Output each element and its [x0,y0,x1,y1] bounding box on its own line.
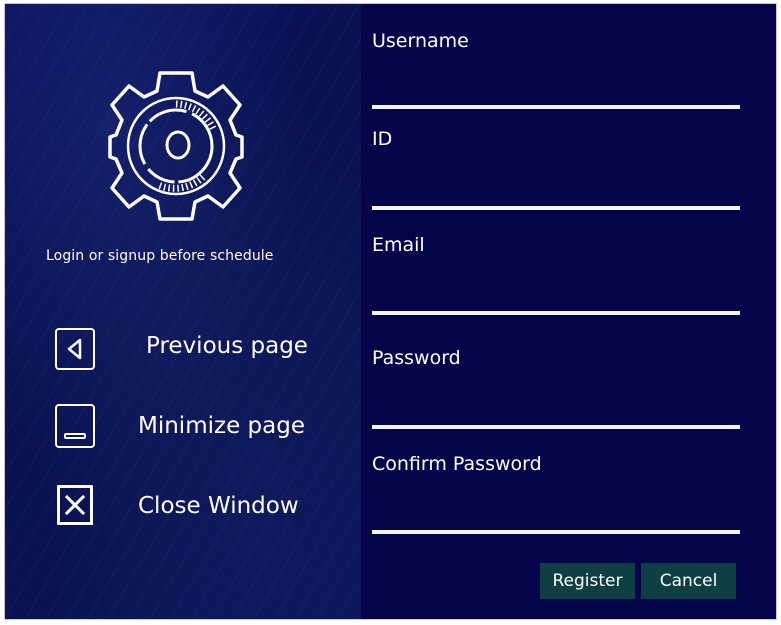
close-window-label[interactable]: Close Window [138,493,299,519]
previous-page-label[interactable]: Previous page [146,333,308,359]
confirm-password-input[interactable] [372,494,740,534]
triangle-left-icon [67,338,82,360]
tagline: Login or signup before schedule [46,248,274,264]
close-x-icon [64,494,86,516]
password-label: Password [372,347,461,369]
email-input[interactable] [372,275,740,315]
username-input[interactable] [372,69,740,109]
gear-icon [108,71,244,221]
id-label: ID [372,128,393,150]
register-button[interactable]: Register [540,563,635,599]
confirm-password-label: Confirm Password [372,453,542,475]
password-input[interactable] [372,389,740,429]
id-input[interactable] [372,170,740,210]
minimize-icon [64,433,86,439]
previous-page-button[interactable] [55,328,95,370]
email-label: Email [372,234,425,256]
cancel-button[interactable]: Cancel [641,563,736,599]
minimize-page-button[interactable] [55,404,95,448]
register-window: Login or signup before schedule Previous… [4,3,777,620]
minimize-page-label[interactable]: Minimize page [138,413,305,439]
username-label: Username [372,30,469,52]
close-window-button[interactable] [57,485,93,525]
